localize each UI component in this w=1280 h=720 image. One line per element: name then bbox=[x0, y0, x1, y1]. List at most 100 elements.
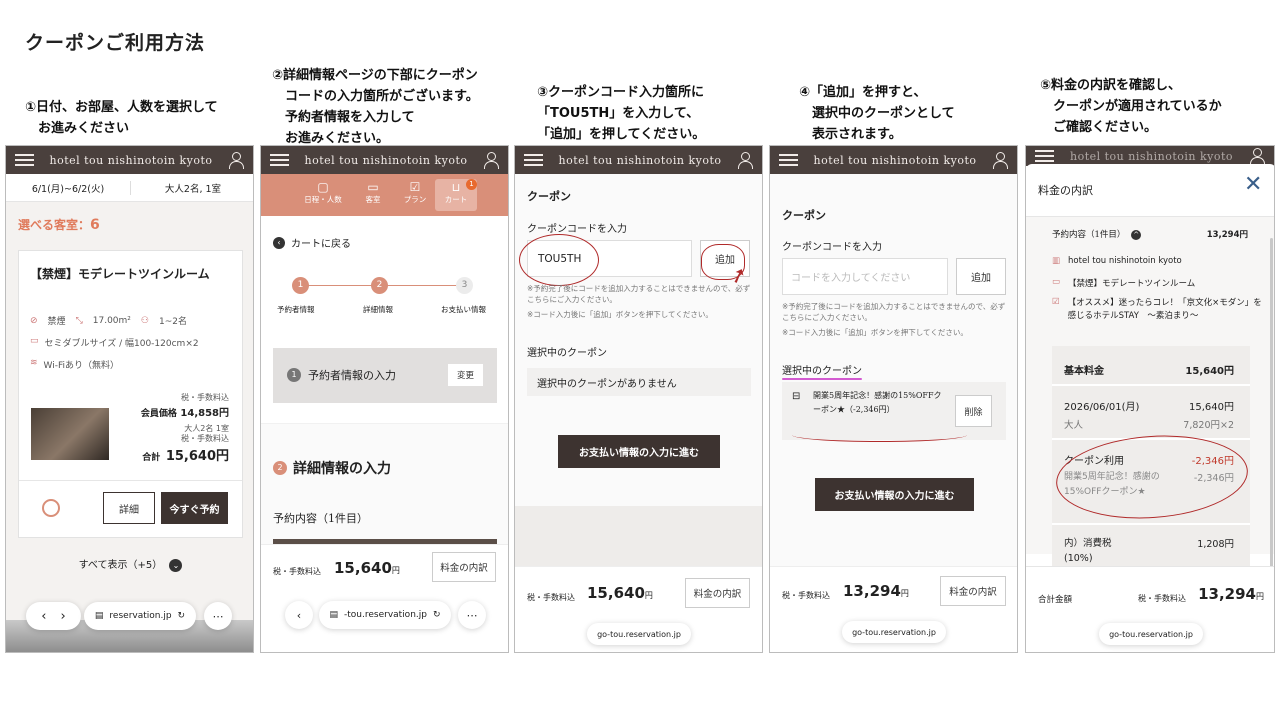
more-icon[interactable]: ⋯ bbox=[458, 601, 486, 629]
menu-icon[interactable] bbox=[1035, 150, 1054, 162]
tab-plan[interactable]: ☑ プラン bbox=[395, 180, 435, 205]
back-to-cart[interactable]: ‹ カートに戻る bbox=[273, 235, 351, 250]
user-icon[interactable] bbox=[1249, 148, 1265, 165]
coupon-code-input[interactable]: コードを入力してください bbox=[782, 258, 948, 295]
app-header: hotel tou nishinotoin kyoto bbox=[515, 146, 762, 174]
detail-button[interactable]: 詳細 bbox=[103, 492, 155, 524]
booking-row[interactable]: 予約内容（1件目） ^ bbox=[1052, 228, 1142, 240]
user-icon[interactable] bbox=[992, 152, 1008, 169]
step-2-label: 詳細情報 bbox=[363, 305, 393, 314]
url-bar[interactable]: go-tou.reservation.jp bbox=[1099, 623, 1203, 645]
proceed-button[interactable]: お支払い情報の入力に進む bbox=[815, 478, 974, 511]
tab-schedule[interactable]: ▢ 日程・人数 bbox=[299, 180, 347, 205]
footer-tax: 税・手数料込 bbox=[1138, 594, 1186, 603]
step-1-label: 予約者情報 bbox=[277, 305, 315, 314]
footer-yen: 円 bbox=[644, 591, 653, 600]
menu-icon[interactable] bbox=[15, 154, 34, 166]
footer-price: 15,640円 bbox=[587, 584, 653, 602]
hotel-name: hotel tou nishinotoin kyoto bbox=[49, 153, 213, 167]
add-button[interactable]: 追加 bbox=[956, 258, 1006, 295]
adult-price: 7,820円×2 bbox=[1183, 420, 1234, 431]
member-price-row: 会員価格 14,858円 bbox=[141, 404, 229, 419]
guest-count[interactable]: 大人2名, 1室 bbox=[131, 181, 253, 195]
hotel-name: hotel tou nishinotoin kyoto bbox=[813, 153, 977, 167]
reload-icon[interactable]: ↻ bbox=[178, 611, 186, 621]
chevron-up-icon: ^ bbox=[1131, 230, 1142, 240]
section-2-title: 詳細情報の入力 bbox=[293, 461, 391, 477]
footer-price-value: 15,640 bbox=[334, 559, 392, 577]
total-price-row: 合計 15,640円 bbox=[142, 445, 229, 464]
total-label: 合計 bbox=[142, 453, 161, 463]
tax-label: 内）消費税(10%) bbox=[1064, 538, 1112, 564]
section-1-num: 1 bbox=[287, 368, 301, 382]
change-button[interactable]: 変更 bbox=[448, 364, 483, 386]
url-bar[interactable]: ▤ reservation.jp ↻ bbox=[84, 602, 196, 630]
tab-room[interactable]: ▭ 客室 bbox=[353, 180, 393, 205]
forward-icon[interactable]: › bbox=[61, 609, 66, 624]
menu-icon[interactable] bbox=[779, 154, 798, 166]
select-radio[interactable] bbox=[42, 499, 60, 517]
area-icon: ⤡ bbox=[75, 315, 83, 326]
nosmoke-label: 禁煙 bbox=[47, 317, 66, 327]
url-bar[interactable]: ▤ -tou.reservation.jp ↻ bbox=[319, 601, 451, 629]
proceed-button[interactable]: お支払い情報の入力に進む bbox=[558, 435, 720, 468]
room-photo[interactable] bbox=[31, 408, 109, 460]
more-icon[interactable]: ⋯ bbox=[204, 602, 232, 630]
rooms-label: 選べる客室： bbox=[18, 218, 91, 232]
hotel-icon: ▥ bbox=[1052, 256, 1061, 266]
close-icon[interactable]: ✕ bbox=[1244, 174, 1262, 196]
screen-price-breakdown: hotel tou nishinotoin kyoto 料金の内訳 ✕ 予約内容… bbox=[1025, 145, 1275, 653]
user-icon[interactable] bbox=[737, 152, 753, 169]
user-icon[interactable] bbox=[228, 152, 244, 169]
reload-icon[interactable]: ↻ bbox=[433, 610, 441, 620]
page-title: クーポンご利用方法 bbox=[25, 32, 206, 54]
back-arrow-icon: ‹ bbox=[273, 236, 285, 249]
hotel-name: hotel tou nishinotoin kyoto bbox=[558, 153, 722, 167]
caption-step-3: ③クーポンコード入力箇所に 「TOU5TH」を入力して、 「追加」を押してくださ… bbox=[537, 85, 706, 142]
book-now-button[interactable]: 今すぐ予約 bbox=[161, 492, 228, 524]
room-name[interactable]: 【禁煙】モデレートツインルーム bbox=[30, 264, 230, 284]
url-bar[interactable]: go-tou.reservation.jp bbox=[587, 623, 691, 645]
member-label: 会員価格 bbox=[140, 409, 177, 419]
tabs-icon: ▤ bbox=[94, 611, 104, 621]
booking-total: 13,294円 bbox=[1206, 230, 1248, 240]
section-2-num: 2 bbox=[273, 461, 287, 475]
breakdown-button[interactable]: 料金の内訳 bbox=[432, 552, 496, 582]
app-header: hotel tou nishinotoin kyoto bbox=[1026, 146, 1274, 166]
footer-yen: 円 bbox=[900, 589, 909, 598]
booking-label: 予約内容（1件目） bbox=[1052, 230, 1126, 240]
step-3-circle: 3 bbox=[456, 277, 473, 294]
footer-yen: 円 bbox=[1256, 592, 1264, 601]
browser-nav[interactable]: ‹ › bbox=[26, 602, 81, 630]
scrollbar[interactable] bbox=[1270, 238, 1273, 568]
stay-date-price: 15,640円 bbox=[1189, 402, 1234, 413]
delete-button[interactable]: 削除 bbox=[955, 395, 992, 427]
menu-icon[interactable] bbox=[270, 154, 289, 166]
nosmoking-icon: ⊘ bbox=[30, 315, 38, 326]
back-label: カートに戻る bbox=[291, 239, 351, 250]
screen-coupon-applied: hotel tou nishinotoin kyoto クーポン クーポンコード… bbox=[769, 145, 1018, 653]
bed-icon: ▭ bbox=[1052, 277, 1061, 287]
ticket-icon: ⊟ bbox=[792, 391, 801, 402]
back-icon[interactable]: ‹ bbox=[41, 609, 46, 624]
breakdown-button[interactable]: 料金の内訳 bbox=[940, 576, 1006, 606]
footer-tax: 税・手数料込 bbox=[527, 593, 575, 602]
back-icon[interactable]: ‹ bbox=[285, 601, 313, 629]
breakdown-button[interactable]: 料金の内訳 bbox=[685, 578, 750, 608]
breakdown-line-2: 税・手数料込 bbox=[181, 434, 229, 443]
member-price: 14,858円 bbox=[180, 408, 229, 419]
caption-step-1: ①日付、お部屋、人数を選択して お進みください bbox=[25, 100, 218, 136]
coupon-heading: クーポン bbox=[527, 190, 571, 203]
date-range[interactable]: 6/1(月)~6/2(火) bbox=[6, 181, 130, 195]
hotel-name: hotel tou nishinotoin kyoto bbox=[1069, 149, 1234, 163]
url-bar[interactable]: go-tou.reservation.jp bbox=[842, 621, 946, 643]
wifi-info: Wi-Fiあり（無料） bbox=[43, 361, 120, 371]
coupon-heading: クーポン bbox=[782, 209, 826, 222]
show-all-link[interactable]: すべて表示（+5） ⌄ bbox=[6, 556, 253, 572]
footer-price: 13,294円 bbox=[1198, 585, 1264, 603]
menu-icon[interactable] bbox=[524, 154, 543, 166]
app-header: hotel tou nishinotoin kyoto bbox=[770, 146, 1017, 174]
rooms-available: 選べる客室：6 bbox=[18, 216, 100, 233]
checkbox-icon: ☑ bbox=[409, 180, 421, 194]
user-icon[interactable] bbox=[483, 152, 499, 169]
